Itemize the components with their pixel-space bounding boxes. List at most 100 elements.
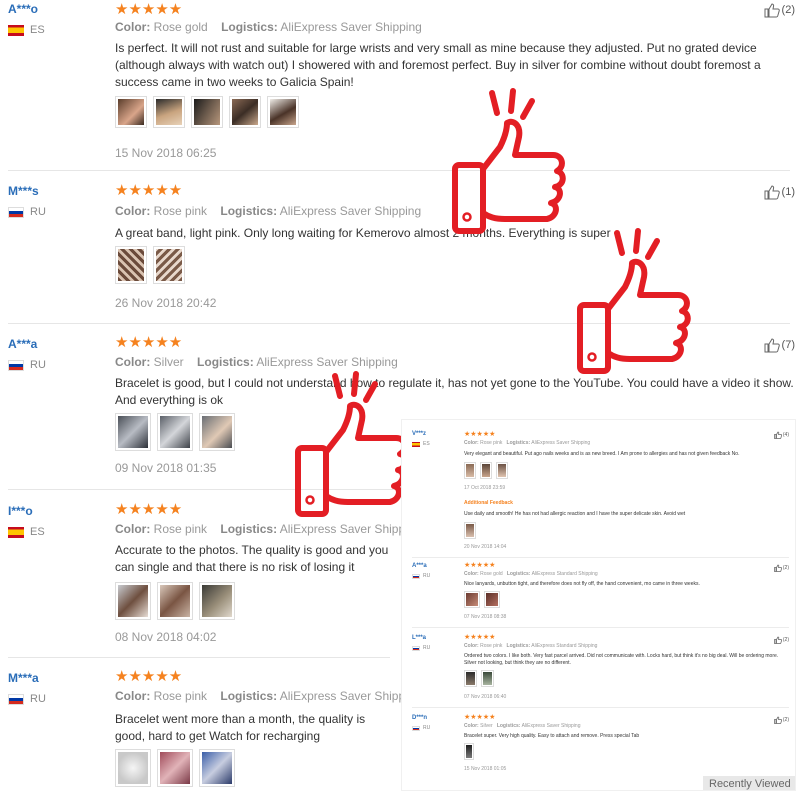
review-photo[interactable] xyxy=(115,246,147,284)
reviewer-country: RU xyxy=(8,359,46,371)
logistics-label: Logistics: xyxy=(220,204,278,218)
review-photo[interactable] xyxy=(480,462,492,479)
reviewer-name[interactable]: A***a xyxy=(412,563,427,569)
review-photo[interactable] xyxy=(199,413,235,451)
review-photo[interactable] xyxy=(153,96,185,128)
review-photo[interactable] xyxy=(267,96,299,128)
helpful-count: (2) xyxy=(782,717,789,723)
country-code: RU xyxy=(30,359,46,371)
review-date: 17 Oct 2018 23:59 xyxy=(464,485,506,491)
thumbs-up-icon xyxy=(764,3,780,18)
color-label: Color: xyxy=(115,522,151,536)
helpful-button[interactable]: (7) xyxy=(764,337,795,353)
inset-review-panel: V***z ES ★★★★★ Color: Rose pink Logistic… xyxy=(402,420,795,790)
star-rating: ★★★★★ xyxy=(115,334,183,351)
review-photo[interactable] xyxy=(115,582,151,620)
color-value: Rose gold xyxy=(153,20,208,34)
review-photo[interactable] xyxy=(481,670,494,687)
reviewer-name[interactable]: L***a xyxy=(412,635,426,641)
reviewer-name[interactable]: D***n xyxy=(412,715,427,721)
reviewer-name[interactable]: V***z xyxy=(412,431,426,437)
star-rating: ★★★★★ xyxy=(464,431,496,438)
review-photo[interactable] xyxy=(157,582,193,620)
reviewer-country: RU xyxy=(412,725,430,731)
review-text: Nice lanyards, unbutton tight, and there… xyxy=(464,581,700,587)
review-photo[interactable] xyxy=(464,743,474,760)
review-photo[interactable] xyxy=(484,591,500,608)
reviewer-country: ES xyxy=(8,24,45,36)
review-photo[interactable] xyxy=(464,462,476,479)
review-photo[interactable] xyxy=(115,96,147,128)
review-item: L***a RU ★★★★★ Color: Rose pink Logistic… xyxy=(402,632,795,712)
helpful-count: (2) xyxy=(781,4,795,16)
color-value: Rose pink xyxy=(480,643,503,649)
color-label: Color: xyxy=(115,355,151,369)
russia-flag-icon xyxy=(412,725,420,731)
color-value: Rose pink xyxy=(153,522,208,536)
review-text: Ordered two colors. I like both. Very fa… xyxy=(464,653,779,666)
reviewer-name[interactable]: I***o xyxy=(8,504,33,518)
helpful-count: (7) xyxy=(781,339,795,351)
review-photo[interactable] xyxy=(157,413,193,451)
review-photos xyxy=(115,749,235,787)
review-photo[interactable] xyxy=(496,462,508,479)
logistics-value: AliExpress Saver Shipping xyxy=(279,204,422,218)
helpful-button[interactable]: (2) xyxy=(774,564,789,572)
thumbs-up-icon xyxy=(764,185,780,200)
star-rating: ★★★★★ xyxy=(464,562,496,569)
review-photos xyxy=(464,522,476,539)
additional-feedback-label: Additional Feedback xyxy=(464,500,513,506)
color-value: Silver xyxy=(480,723,493,729)
helpful-button[interactable]: (2) xyxy=(774,716,789,724)
review-date: 09 Nov 2018 01:35 xyxy=(115,461,217,475)
helpful-button[interactable]: (1) xyxy=(764,184,795,200)
review-photo[interactable] xyxy=(115,749,151,787)
reviewer-name[interactable]: M***s xyxy=(8,184,39,198)
helpful-button[interactable]: (4) xyxy=(774,431,789,439)
review-item: D***n RU ★★★★★ Color: Silver Logistics: … xyxy=(402,712,795,782)
review-photo[interactable] xyxy=(199,749,235,787)
color-value: Silver xyxy=(153,355,184,369)
review-meta: Color: Rose pink Logistics: AliExpress S… xyxy=(464,440,590,446)
review-photos xyxy=(464,591,500,608)
review-photos xyxy=(115,413,235,451)
review-photo[interactable] xyxy=(191,96,223,128)
thumbs-up-icon xyxy=(774,716,782,724)
country-code: ES xyxy=(30,24,45,36)
review-photo[interactable] xyxy=(464,522,476,539)
logistics-label: Logistics: xyxy=(197,355,254,369)
country-code: RU xyxy=(423,645,431,651)
reviewer-name[interactable]: A***a xyxy=(8,337,37,351)
review-photo[interactable] xyxy=(115,413,151,451)
review-photo[interactable] xyxy=(157,749,193,787)
reviewer-country: RU xyxy=(412,645,430,651)
thumbs-up-icon xyxy=(774,564,782,572)
thumbs-up-icon xyxy=(452,88,566,234)
reviewer-name[interactable]: A***o xyxy=(8,2,38,16)
review-photo[interactable] xyxy=(229,96,261,128)
reviewer-country: RU xyxy=(412,573,430,579)
helpful-button[interactable]: (2) xyxy=(774,636,789,644)
review-photos xyxy=(115,582,235,620)
review-photo[interactable] xyxy=(153,246,185,284)
color-label: Color: xyxy=(464,571,479,577)
reviewer-name[interactable]: M***a xyxy=(8,671,39,685)
review-meta: Color: Rose gold Logistics: AliExpress S… xyxy=(464,571,598,577)
country-code: RU xyxy=(30,206,46,218)
russia-flag-icon xyxy=(8,206,24,218)
spain-flag-icon xyxy=(412,441,420,447)
review-photo[interactable] xyxy=(464,591,480,608)
thumbs-up-icon xyxy=(774,431,782,439)
review-meta: Color: Rose pink Logistics: AliExpress S… xyxy=(115,204,421,218)
recently-viewed-tab[interactable]: Recently Viewed xyxy=(703,776,795,790)
reviewer-country: ES xyxy=(412,441,430,447)
review-meta: Color: Rose gold Logistics: AliExpress S… xyxy=(115,20,422,34)
color-label: Color: xyxy=(115,204,151,218)
review-photo[interactable] xyxy=(464,670,477,687)
helpful-button[interactable]: (2) xyxy=(764,2,795,18)
review-photo[interactable] xyxy=(199,582,235,620)
logistics-label: Logistics: xyxy=(496,723,521,729)
logistics-label: Logistics: xyxy=(506,440,531,446)
review-photos xyxy=(115,246,185,284)
review-text: Bracelet super. Very high quality. Easy … xyxy=(464,733,640,739)
